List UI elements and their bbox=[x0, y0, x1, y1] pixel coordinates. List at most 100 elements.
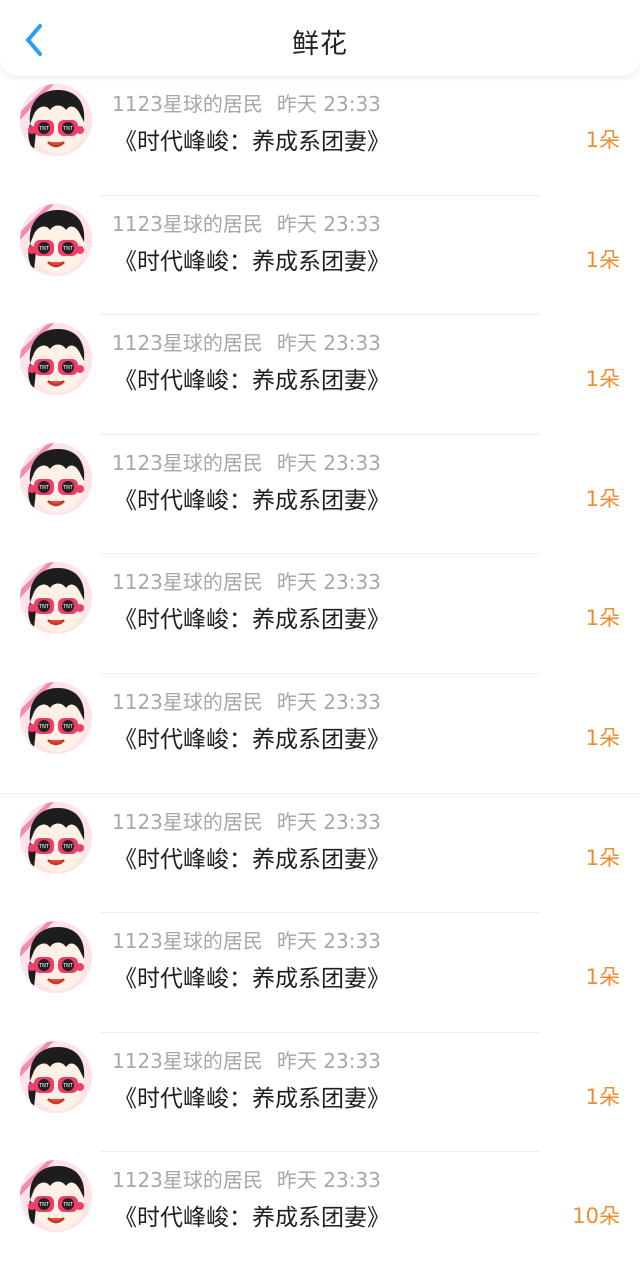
svg-text:TNT: TNT bbox=[38, 246, 50, 252]
list-item[interactable]: TNT TNT 1123星球的居民 昨天 23:33 《时代峰峻：养成系团妻》 1… bbox=[0, 76, 640, 196]
svg-text:TNT: TNT bbox=[38, 963, 50, 969]
book-title: 《时代峰峻：养成系团妻》 bbox=[114, 368, 390, 395]
avatar: TNT TNT bbox=[20, 1040, 92, 1113]
username: 1123星球的居民 bbox=[112, 570, 263, 595]
svg-text:TNT: TNT bbox=[62, 246, 74, 252]
svg-text:TNT: TNT bbox=[62, 724, 74, 730]
svg-text:TNT: TNT bbox=[38, 724, 50, 730]
flower-list: TNT TNT 1123星球的居民 昨天 23:33 《时代峰峻：养成系团妻》 1… bbox=[0, 76, 640, 1272]
list-item[interactable]: TNT TNT 1123星球的居民 昨天 23:33 《时代峰峻：养成系团妻》 1… bbox=[0, 794, 640, 914]
avatar-illustration: TNT TNT bbox=[20, 562, 92, 635]
flower-count: 1朵 bbox=[585, 247, 620, 272]
avatar-illustration: TNT TNT bbox=[20, 203, 92, 276]
flower-count: 1朵 bbox=[585, 725, 620, 750]
flower-count: 1朵 bbox=[585, 965, 620, 990]
timestamp: 昨天 23:33 bbox=[276, 929, 381, 954]
svg-text:TNT: TNT bbox=[38, 604, 50, 610]
avatar: TNT TNT bbox=[20, 323, 92, 396]
username: 1123星球的居民 bbox=[112, 1048, 263, 1073]
list-item[interactable]: TNT TNT 1123星球的居民 昨天 23:33 《时代峰峻：养成系团妻》 1… bbox=[0, 1152, 640, 1272]
book-title: 《时代峰峻：养成系团妻》 bbox=[114, 129, 390, 155]
avatar-illustration: TNT TNT bbox=[20, 442, 92, 515]
item-meta: 1123星球的居民 昨天 23:33 bbox=[112, 88, 381, 117]
svg-text:TNT: TNT bbox=[38, 844, 50, 850]
username: 1123星球的居民 bbox=[112, 450, 263, 475]
list-item[interactable]: TNT TNT 1123星球的居民 昨天 23:33 《时代峰峻：养成系团妻》 1… bbox=[0, 435, 640, 555]
flower-count: 10朵 bbox=[572, 1204, 620, 1229]
list-item[interactable]: TNT TNT 1123星球的居民 昨天 23:33 《时代峰峻：养成系团妻》 1… bbox=[0, 913, 640, 1033]
book-title: 《时代峰峻：养成系团妻》 bbox=[114, 966, 390, 993]
avatar: TNT TNT bbox=[20, 442, 92, 515]
timestamp: 昨天 23:33 bbox=[276, 450, 381, 475]
timestamp: 昨天 23:33 bbox=[276, 1168, 381, 1193]
list-item[interactable]: TNT TNT 1123星球的居民 昨天 23:33 《时代峰峻：养成系团妻》 1… bbox=[0, 554, 640, 674]
username: 1123星球的居民 bbox=[112, 929, 263, 954]
item-meta: 1123星球的居民 昨天 23:33 bbox=[112, 1045, 381, 1074]
username: 1123星球的居民 bbox=[112, 211, 263, 236]
list-item[interactable]: TNT TNT 1123星球的居民 昨天 23:33 《时代峰峻：养成系团妻》 1… bbox=[0, 1033, 640, 1153]
timestamp: 昨天 23:33 bbox=[276, 92, 381, 116]
svg-text:TNT: TNT bbox=[38, 365, 50, 371]
list-item[interactable]: TNT TNT 1123星球的居民 昨天 23:33 《时代峰峻：养成系团妻》 1… bbox=[0, 674, 640, 794]
svg-text:TNT: TNT bbox=[62, 963, 74, 969]
username: 1123星球的居民 bbox=[112, 809, 263, 834]
item-meta: 1123星球的居民 昨天 23:33 bbox=[112, 806, 381, 835]
svg-text:TNT: TNT bbox=[62, 365, 74, 371]
timestamp: 昨天 23:33 bbox=[276, 1048, 381, 1073]
flower-count: 1朵 bbox=[585, 486, 620, 511]
avatar: TNT TNT bbox=[20, 921, 92, 994]
book-title: 《时代峰峻：养成系团妻》 bbox=[114, 248, 390, 275]
book-title: 《时代峰峻：养成系团妻》 bbox=[114, 1205, 390, 1232]
svg-text:TNT: TNT bbox=[62, 604, 74, 610]
item-meta: 1123星球的居民 昨天 23:33 bbox=[112, 925, 381, 954]
flower-count: 1朵 bbox=[585, 367, 620, 392]
username: 1123星球的居民 bbox=[112, 1168, 263, 1193]
flower-count: 1朵 bbox=[585, 606, 620, 631]
page-title: 鲜花 bbox=[292, 29, 348, 60]
item-meta: 1123星球的居民 昨天 23:33 bbox=[112, 686, 381, 715]
svg-text:TNT: TNT bbox=[38, 1083, 50, 1089]
book-title: 《时代峰峻：养成系团妻》 bbox=[114, 1085, 390, 1112]
avatar-illustration: TNT TNT bbox=[20, 84, 92, 156]
avatar-illustration: TNT TNT bbox=[20, 1040, 92, 1113]
list-item[interactable]: TNT TNT 1123星球的居民 昨天 23:33 《时代峰峻：养成系团妻》 1… bbox=[0, 315, 640, 435]
book-title: 《时代峰峻：养成系团妻》 bbox=[114, 846, 390, 873]
avatar: TNT TNT bbox=[20, 562, 92, 635]
avatar-illustration: TNT TNT bbox=[20, 323, 92, 396]
svg-text:TNT: TNT bbox=[38, 126, 50, 132]
svg-text:TNT: TNT bbox=[38, 1202, 50, 1208]
item-meta: 1123星球的居民 昨天 23:33 bbox=[112, 208, 381, 237]
list-item[interactable]: TNT TNT 1123星球的居民 昨天 23:33 《时代峰峻：养成系团妻》 1… bbox=[0, 196, 640, 316]
book-title: 《时代峰峻：养成系团妻》 bbox=[114, 487, 390, 514]
flower-count: 1朵 bbox=[585, 128, 620, 152]
avatar: TNT TNT bbox=[20, 203, 92, 276]
flower-count: 1朵 bbox=[585, 845, 620, 870]
item-meta: 1123星球的居民 昨天 23:33 bbox=[112, 566, 381, 595]
book-title: 《时代峰峻：养成系团妻》 bbox=[114, 726, 390, 753]
flower-count: 1朵 bbox=[585, 1084, 620, 1109]
svg-text:TNT: TNT bbox=[62, 1202, 74, 1208]
timestamp: 昨天 23:33 bbox=[276, 570, 381, 595]
timestamp: 昨天 23:33 bbox=[276, 809, 381, 834]
avatar-illustration: TNT TNT bbox=[20, 801, 92, 874]
item-meta: 1123星球的居民 昨天 23:33 bbox=[112, 447, 381, 476]
timestamp: 昨天 23:33 bbox=[276, 331, 381, 356]
svg-text:TNT: TNT bbox=[62, 126, 74, 132]
timestamp: 昨天 23:33 bbox=[276, 211, 381, 236]
username: 1123星球的居民 bbox=[112, 92, 263, 116]
username: 1123星球的居民 bbox=[112, 689, 263, 714]
avatar-illustration: TNT TNT bbox=[20, 921, 92, 994]
avatar: TNT TNT bbox=[20, 681, 92, 754]
avatar-illustration: TNT TNT bbox=[20, 1160, 92, 1233]
item-meta: 1123星球的居民 昨天 23:33 bbox=[112, 327, 381, 356]
item-meta: 1123星球的居民 昨天 23:33 bbox=[112, 1164, 381, 1193]
svg-text:TNT: TNT bbox=[62, 1083, 74, 1089]
timestamp: 昨天 23:33 bbox=[276, 689, 381, 714]
top-bar: 鲜花 bbox=[0, 0, 640, 76]
avatar: TNT TNT bbox=[20, 84, 92, 156]
svg-text:TNT: TNT bbox=[62, 485, 74, 491]
svg-text:TNT: TNT bbox=[38, 485, 50, 491]
book-title: 《时代峰峻：养成系团妻》 bbox=[114, 607, 390, 634]
svg-text:TNT: TNT bbox=[62, 844, 74, 850]
avatar: TNT TNT bbox=[20, 801, 92, 874]
